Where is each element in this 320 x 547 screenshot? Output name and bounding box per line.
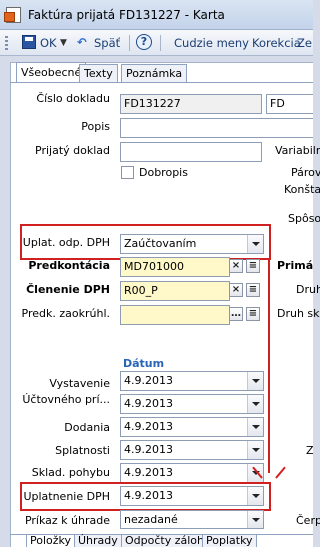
sklad-pohybu-label: Sklad. pohybu: [31, 466, 110, 479]
datum-section-title: Dátum: [123, 357, 165, 370]
ellipsis-icon[interactable]: …: [229, 307, 243, 321]
uctovneho-pripadu-label: Účtovného prí...: [22, 393, 110, 406]
parovaci-label: Párova: [291, 166, 320, 179]
cislo-dokladu-field[interactable]: FD131227: [120, 94, 262, 114]
prikaz-k-uhrade-dropdown-icon[interactable]: [247, 511, 263, 528]
save-icon[interactable]: [22, 35, 36, 49]
currencies-button[interactable]: Cudzie meny: [174, 34, 249, 52]
tab-poplatky[interactable]: Poplatky: [202, 535, 257, 547]
vystavenie-date-value: 4.9.2013: [124, 374, 173, 387]
ok-dropdown-arrow-icon[interactable]: ▼: [60, 34, 67, 52]
clenenie-dph-field[interactable]: R00_P: [120, 281, 230, 301]
ok-button[interactable]: OK: [40, 34, 57, 52]
tab-uhrady[interactable]: Úhrady: [74, 535, 122, 547]
clear-x-icon[interactable]: ×: [229, 283, 243, 297]
prijaty-doklad-label: Prijatý doklad: [35, 144, 110, 157]
help-icon[interactable]: ?: [136, 34, 152, 50]
druh-skladu-label: Druh skl: [277, 307, 320, 320]
highlight-box: [20, 482, 271, 511]
uctovneho-pripadu-date-value: 4.9.2013: [124, 397, 173, 410]
splatnosti-date-field[interactable]: 4.9.2013: [120, 440, 264, 460]
dodania-dropdown-icon[interactable]: [247, 418, 263, 436]
popis-field[interactable]: [120, 118, 313, 138]
variabilny-symbol-label: Variabiln: [275, 144, 320, 157]
sklad-pohybu-dropdown-icon[interactable]: [247, 464, 263, 482]
lookup-list-icon[interactable]: ≡: [246, 259, 260, 273]
clear-x-icon[interactable]: ×: [229, 259, 243, 273]
tab-odpocty-zaloh[interactable]: Odpočty záloh: [121, 535, 208, 547]
highlight-arrow-line: [268, 259, 270, 473]
tab-strip-border: [10, 82, 313, 83]
document-series-field[interactable]: FD: [266, 94, 313, 114]
toolbar-separator: [160, 35, 161, 51]
title-bar: Faktúra prijatá FD131227 - Karta: [0, 0, 313, 30]
tab-polozky[interactable]: Položky: [26, 535, 76, 547]
back-arrow-icon: ↶: [77, 35, 87, 49]
invoice-app-icon: [4, 7, 21, 23]
tab-poznamka[interactable]: Poznámka: [121, 64, 188, 82]
splatnosti-date-value: 4.9.2013: [124, 443, 173, 456]
prikaz-k-uhrade-value: nezadané: [124, 513, 178, 526]
dodania-date-field[interactable]: 4.9.2013: [120, 417, 264, 437]
primarny-label: Primá: [277, 259, 314, 272]
popis-label: Popis: [81, 120, 110, 133]
dobropis-checkbox[interactable]: [121, 166, 134, 179]
lookup-list-icon[interactable]: ≡: [246, 307, 260, 321]
toolbar-grip[interactable]: [5, 36, 8, 50]
prikaz-k-uhrade-select[interactable]: nezadané: [120, 510, 264, 529]
back-button[interactable]: Späť: [94, 34, 120, 52]
prikaz-k-uhrade-label: Príkaz k úhrade: [24, 514, 110, 527]
vystavenie-date-field[interactable]: 4.9.2013: [120, 371, 264, 391]
cerpanie-label: Čerp: [296, 514, 320, 527]
vystavenie-label: Vystavenie: [49, 377, 110, 390]
tab-texty[interactable]: Texty: [79, 64, 118, 82]
uctovneho-pripadu-dropdown-icon[interactable]: [247, 395, 263, 413]
druh-label: Druh: [296, 283, 320, 296]
uctovneho-pripadu-date-field[interactable]: 4.9.2013: [120, 394, 264, 414]
highlight-box: [20, 224, 271, 260]
clenenie-dph-label: Členenie DPH: [26, 283, 110, 296]
dobropis-label: Dobropis: [139, 166, 188, 179]
sposob-label: Spôso: [288, 212, 320, 225]
window-title: Faktúra prijatá FD131227 - Karta: [28, 8, 225, 22]
predkontacia-label: Predkontácia: [28, 259, 110, 272]
splatnosti-label: Splatnosti: [55, 444, 110, 457]
toolbar-overflow-button[interactable]: Ze: [297, 34, 312, 52]
predk-zaokruhl-field[interactable]: [120, 305, 230, 325]
sklad-pohybu-date-value: 4.9.2013: [124, 466, 173, 479]
prijaty-doklad-field[interactable]: [120, 142, 262, 162]
dodania-label: Dodania: [64, 421, 110, 434]
sklad-pohybu-date-field[interactable]: 4.9.2013: [120, 463, 264, 483]
vystavenie-dropdown-icon[interactable]: [247, 372, 263, 390]
dodania-date-value: 4.9.2013: [124, 420, 173, 433]
toolbar-separator: [129, 35, 130, 51]
cislo-dokladu-label: Číslo dokladu: [36, 92, 110, 105]
splatnosti-dropdown-icon[interactable]: [247, 441, 263, 459]
lookup-list-icon[interactable]: ≡: [246, 283, 260, 297]
predk-zaokruhl-label: Predk. zaokrúhl.: [21, 307, 110, 320]
correction-button[interactable]: Korekcia: [252, 34, 301, 52]
konstantny-symbol-label: Konštan: [284, 183, 320, 196]
tab-vseobecne[interactable]: Všeobecné: [16, 62, 87, 82]
predkontacia-field[interactable]: MD701000: [120, 257, 230, 277]
z-label: Z: [306, 444, 314, 457]
